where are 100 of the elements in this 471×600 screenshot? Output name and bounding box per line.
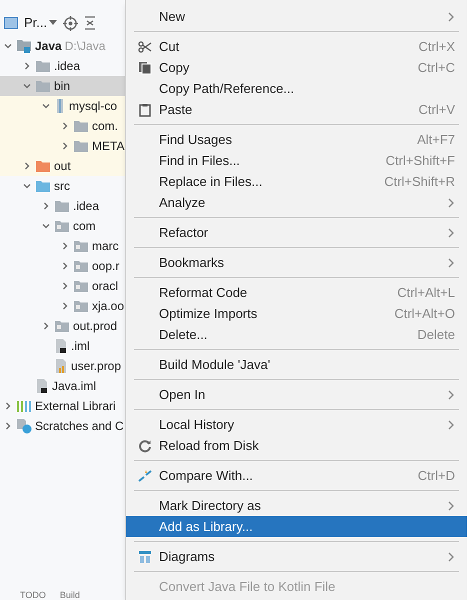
- menu-item-label: Delete...: [159, 326, 208, 344]
- menu-item[interactable]: Open In: [126, 384, 467, 405]
- package-icon: [73, 299, 89, 313]
- menu-item[interactable]: Cut Ctrl+X: [126, 36, 467, 57]
- menu-item-label: Open In: [159, 386, 206, 404]
- menu-item-label: Mark Directory as: [159, 496, 262, 515]
- menu-item-label: Paste: [159, 100, 194, 119]
- chevron-down-icon[interactable]: [22, 181, 32, 191]
- properties-file-icon: [54, 358, 68, 374]
- tree-item[interactable]: External Librari: [0, 396, 125, 416]
- menu-item[interactable]: Add as Library...: [126, 516, 467, 537]
- shortcut-label: Ctrl+C: [418, 58, 455, 77]
- package-icon: [73, 259, 89, 273]
- menu-item-label: Reload from Disk: [159, 436, 260, 455]
- tree-item[interactable]: Java.iml: [0, 376, 125, 396]
- tree-item-label: out.prod: [73, 318, 118, 335]
- menu-item-label: Reformat Code: [159, 284, 248, 302]
- menu-item[interactable]: Mark Directory as: [126, 495, 467, 516]
- window-icon: [4, 17, 18, 29]
- menu-item[interactable]: Local History: [126, 414, 467, 435]
- shortcut-label: Ctrl+Alt+L: [397, 284, 455, 302]
- menu-item[interactable]: Optimize Imports Ctrl+Alt+O: [126, 303, 467, 324]
- tree-item[interactable]: oracl: [0, 276, 125, 296]
- shortcut-label: Ctrl+V: [418, 100, 455, 119]
- shortcut-label: Ctrl+Shift+R: [384, 172, 455, 191]
- folder-icon: [54, 199, 70, 213]
- menu-item[interactable]: Reload from Disk: [126, 435, 467, 456]
- tree-item[interactable]: com: [0, 216, 125, 236]
- menu-item[interactable]: Bookmarks: [126, 252, 467, 273]
- module-folder-icon: [16, 39, 32, 53]
- tree-item-label: .idea: [73, 198, 100, 215]
- menu-item-label: Optimize Imports: [159, 304, 258, 323]
- chevron-down-icon[interactable]: [41, 221, 51, 231]
- tree-item-label: Java: [35, 38, 62, 55]
- scissors-icon: [138, 40, 152, 54]
- tree-item-label: src: [54, 178, 70, 195]
- menu-item[interactable]: Copy Ctrl+C: [126, 57, 467, 78]
- tree-item[interactable]: xja.oo: [0, 296, 125, 316]
- menu-item[interactable]: Find Usages Alt+F7: [126, 129, 467, 150]
- reload-icon: [138, 438, 152, 452]
- tree-item-label: out: [54, 158, 71, 175]
- tree-item[interactable]: Scratches and C: [0, 416, 125, 436]
- tree-item[interactable]: oop.r: [0, 256, 125, 276]
- menu-item-label: Bookmarks: [159, 254, 226, 272]
- menu-item[interactable]: Build Module 'Java': [126, 354, 467, 375]
- tree-item-label: mysql-co: [69, 98, 118, 115]
- tree-item-label: oracl: [92, 278, 118, 295]
- tool-window-tab[interactable]: Build: [60, 591, 80, 600]
- menu-item-label: Cut: [159, 38, 180, 56]
- chevron-right-icon[interactable]: [22, 61, 32, 71]
- tree-item[interactable]: Java D:\Java: [0, 36, 125, 56]
- folder-icon: [73, 119, 89, 133]
- tree-item[interactable]: .iml: [0, 336, 125, 356]
- tree-item[interactable]: META: [0, 136, 125, 156]
- collapse-all-icon[interactable]: [84, 16, 96, 30]
- tree-item-label: oop.r: [92, 258, 120, 275]
- menu-item-label: Diagrams: [159, 548, 216, 566]
- chevron-right-icon[interactable]: [41, 201, 51, 211]
- chevron-right-icon[interactable]: [22, 161, 32, 171]
- menu-item[interactable]: Compare With... Ctrl+D: [126, 465, 467, 486]
- tree-item[interactable]: com.: [0, 116, 125, 136]
- menu-item-label: Add as Library...: [159, 518, 254, 536]
- tree-item-label: Java.iml: [52, 378, 96, 395]
- clipboard-icon: [138, 102, 152, 116]
- tool-window-tab[interactable]: TODO: [20, 591, 46, 600]
- shortcut-label: Delete: [417, 326, 455, 344]
- tree-item-label: Scratches and C: [35, 418, 124, 435]
- view-dropdown[interactable]: Pr...: [24, 13, 58, 33]
- tree-item[interactable]: src: [0, 176, 125, 196]
- menu-item[interactable]: Analyze: [126, 192, 467, 213]
- tree-item[interactable]: out.prod: [0, 316, 125, 336]
- tree-item-label: External Librari: [35, 398, 116, 415]
- scratches-icon: [16, 418, 32, 434]
- compare-icon: [138, 468, 152, 482]
- tree-item[interactable]: bin: [0, 76, 125, 96]
- tree-item[interactable]: .idea: [0, 196, 125, 216]
- folder-icon: [35, 59, 51, 73]
- menu-item[interactable]: Paste Ctrl+V: [126, 99, 467, 120]
- menu-item[interactable]: Find in Files... Ctrl+Shift+F: [126, 150, 467, 171]
- tree-item[interactable]: out: [0, 156, 125, 176]
- tree-item[interactable]: marc: [0, 236, 125, 256]
- tree-item[interactable]: .idea: [0, 56, 125, 76]
- shortcut-label: Ctrl+Alt+O: [394, 304, 455, 323]
- menu-item[interactable]: Reformat Code Ctrl+Alt+L: [126, 282, 467, 303]
- shortcut-label: Ctrl+X: [418, 38, 455, 56]
- tree-item[interactable]: user.prop: [0, 356, 125, 376]
- chevron-down-icon[interactable]: [3, 41, 13, 51]
- menu-item[interactable]: Delete... Delete: [126, 324, 467, 345]
- menu-item[interactable]: Diagrams: [126, 546, 467, 567]
- menu-item-label: Analyze: [159, 194, 206, 212]
- target-icon[interactable]: [63, 16, 78, 30]
- menu-item[interactable]: Refactor: [126, 222, 467, 243]
- tree-item-label: META: [92, 138, 124, 155]
- menu-item[interactable]: Replace in Files... Ctrl+Shift+R: [126, 171, 467, 192]
- tree-item[interactable]: mysql-co: [0, 96, 125, 116]
- tree-item-label: xja.oo: [92, 298, 124, 315]
- jar-icon: [54, 98, 66, 114]
- menu-item-label: Replace in Files...: [159, 172, 264, 191]
- menu-item[interactable]: Copy Path/Reference...: [126, 78, 467, 99]
- menu-item[interactable]: New: [126, 6, 467, 27]
